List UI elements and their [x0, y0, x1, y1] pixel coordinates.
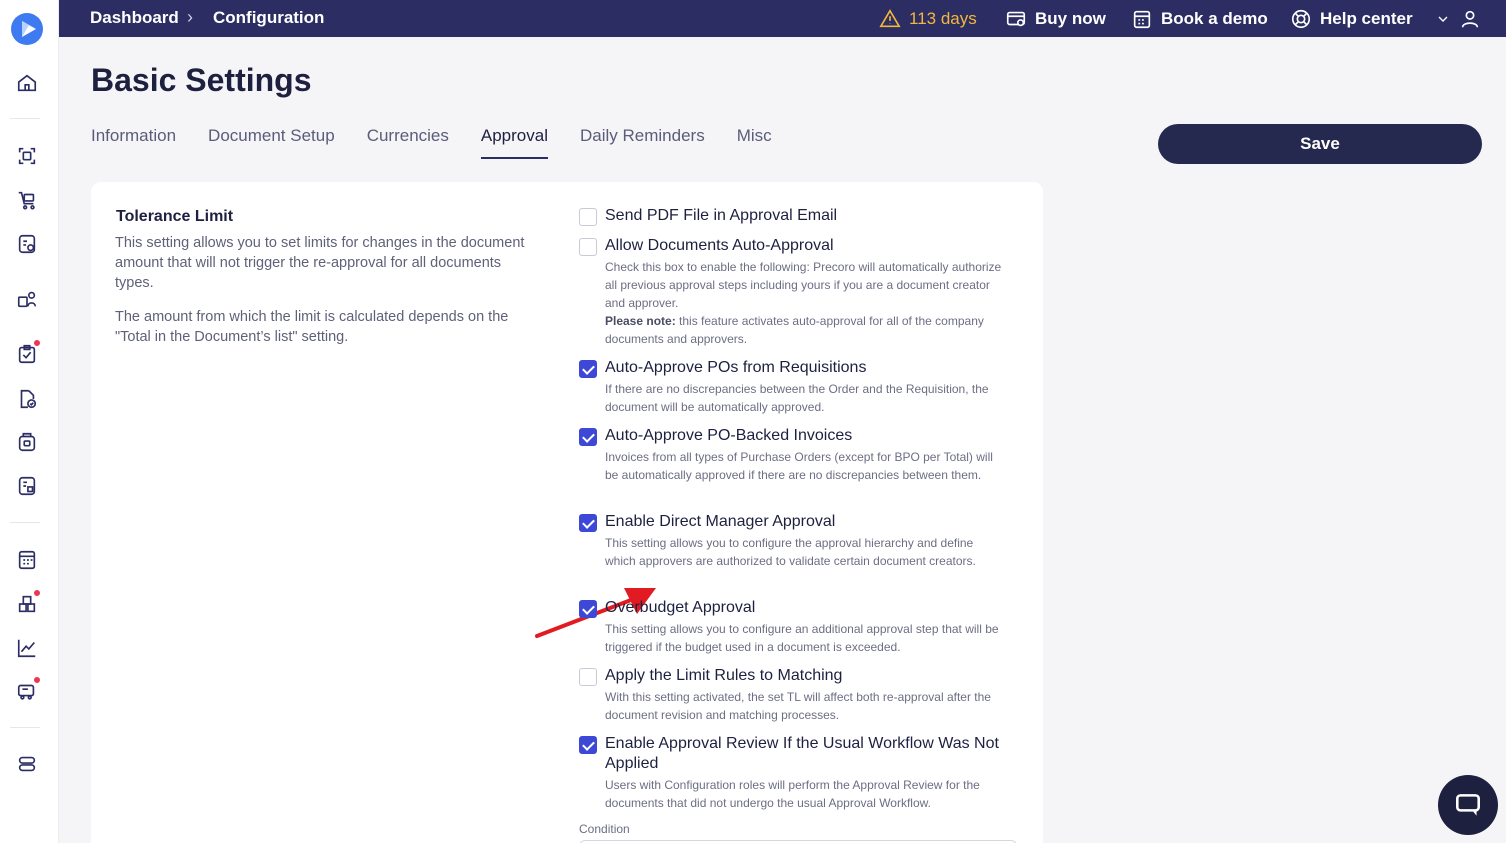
- limit-rules-checkbox[interactable]: [579, 668, 597, 686]
- chevron-down-icon: [1438, 16, 1448, 22]
- breadcrumb-configuration: Configuration: [213, 8, 325, 27]
- tolerance-limit-description: This setting allows you to set limits fo…: [115, 235, 525, 291]
- scan-icon[interactable]: [15, 144, 39, 168]
- auto-approve-invoices-checkbox[interactable]: [579, 428, 597, 446]
- page-title: Basic Settings: [91, 62, 312, 98]
- notification-dot: [33, 589, 41, 597]
- precoro-logo[interactable]: [10, 12, 44, 46]
- option-label: Allow Documents Auto-Approval: [605, 237, 834, 254]
- option-label: Apply the Limit Rules to Matching: [605, 667, 843, 684]
- help-center-label: Help center: [1320, 8, 1413, 28]
- option-description: If there are no discrepancies between th…: [605, 382, 989, 414]
- inventory-icon[interactable]: [15, 589, 41, 616]
- receipts-icon[interactable]: [15, 430, 39, 454]
- sidebar-divider: [10, 727, 40, 728]
- overbudget-checkbox[interactable]: [579, 600, 597, 618]
- approval-review-checkbox[interactable]: [579, 736, 597, 754]
- option-label: Send PDF File in Approval Email: [605, 207, 838, 224]
- user-icon: [1461, 10, 1479, 28]
- chat-icon: [1456, 794, 1480, 816]
- approval-settings-card: Tolerance Limit This setting allows you …: [91, 182, 1043, 843]
- tab-document-setup[interactable]: Document Setup: [208, 126, 335, 158]
- trial-days-text: 113 days: [909, 8, 977, 28]
- option-description: With this setting activated, the set TL …: [605, 690, 991, 722]
- trial-days-indicator[interactable]: 113 days: [879, 0, 977, 37]
- option-label: Enable Direct Manager Approval: [605, 513, 836, 530]
- tolerance-limit-title: Tolerance Limit: [116, 208, 234, 225]
- tab-misc[interactable]: Misc: [737, 126, 772, 158]
- option-description: Users with Configuration roles will perf…: [605, 778, 980, 810]
- option-label: Overbudget Approval: [605, 599, 756, 616]
- invoices-icon[interactable]: [15, 474, 39, 498]
- option-label: Enable Approval Review If the Usual Work…: [605, 735, 999, 772]
- tab-information[interactable]: Information: [91, 126, 176, 158]
- suppliers-icon[interactable]: [15, 287, 39, 311]
- notification-dot: [33, 676, 41, 684]
- help-center-button[interactable]: Help center: [1290, 0, 1413, 37]
- breadcrumb-chevron-icon: ›: [187, 7, 193, 27]
- book-demo-label: Book a demo: [1161, 8, 1268, 28]
- save-button[interactable]: Save: [1158, 124, 1482, 164]
- sidebar-divider: [10, 522, 40, 523]
- sidebar-divider: [10, 118, 40, 119]
- analytics-icon[interactable]: [15, 636, 39, 660]
- send-pdf-checkbox[interactable]: [579, 208, 597, 226]
- requisitions-icon[interactable]: [15, 232, 39, 256]
- option-description: Check this box to enable the following: …: [605, 260, 1002, 346]
- tab-currencies[interactable]: Currencies: [367, 126, 449, 158]
- account-dropdown[interactable]: [1435, 0, 1481, 37]
- option-description: This setting allows you to configure the…: [605, 536, 976, 568]
- card-icon: [1006, 11, 1026, 26]
- calendar-icon: [1133, 10, 1151, 28]
- settings-toggle-icon[interactable]: [15, 752, 39, 776]
- delivery-icon[interactable]: [15, 676, 41, 703]
- tab-daily-reminders[interactable]: Daily Reminders: [580, 126, 705, 158]
- buy-now-button[interactable]: Buy now: [1005, 0, 1106, 37]
- tolerance-limit-note: The amount from which the limit is calcu…: [115, 309, 509, 345]
- option-label: Auto-Approve PO-Backed Invoices: [605, 427, 853, 444]
- home-icon[interactable]: [15, 71, 39, 95]
- condition-label: Condition: [579, 822, 630, 836]
- approvals-icon[interactable]: [15, 339, 41, 366]
- sidebar: [0, 0, 59, 843]
- option-description: Invoices from all types of Purchase Orde…: [605, 450, 993, 482]
- notification-dot: [33, 339, 41, 347]
- cart-icon[interactable]: [15, 188, 39, 212]
- option-description: This setting allows you to configure an …: [605, 622, 999, 654]
- chat-widget-button[interactable]: [1438, 775, 1498, 835]
- auto-approve-pos-checkbox[interactable]: [579, 360, 597, 378]
- budgets-icon[interactable]: [15, 548, 39, 572]
- buy-now-label: Buy now: [1035, 8, 1106, 28]
- documents-check-icon[interactable]: [15, 387, 39, 411]
- top-bar: Dashboard › Configuration 113 days Buy n…: [59, 0, 1506, 37]
- tab-approval[interactable]: Approval: [480, 126, 549, 159]
- book-demo-button[interactable]: Book a demo: [1131, 0, 1268, 37]
- warning-icon: [879, 8, 901, 27]
- option-label: Auto-Approve POs from Requisitions: [605, 359, 867, 376]
- breadcrumb-dashboard[interactable]: Dashboard: [90, 8, 179, 28]
- direct-manager-checkbox[interactable]: [579, 514, 597, 532]
- settings-tabs: Information Document Setup Currencies Ap…: [91, 126, 772, 160]
- auto-approval-checkbox[interactable]: [579, 238, 597, 256]
- lifebuoy-icon: [1291, 9, 1311, 28]
